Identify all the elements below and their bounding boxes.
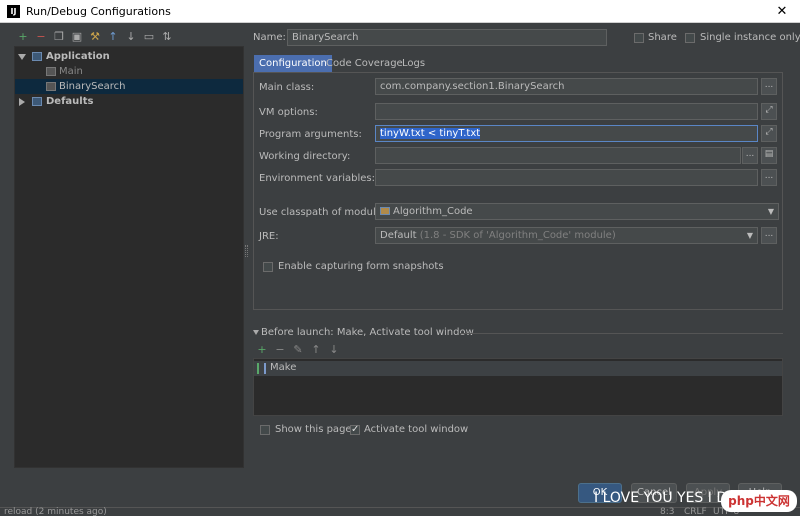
share-checkbox[interactable]	[634, 33, 644, 43]
browse-jre-button[interactable]: ...	[761, 227, 777, 244]
tree-item-label: BinarySearch	[59, 81, 126, 92]
save-icon[interactable]: ▣	[70, 30, 84, 44]
classpath-module-label: Use classpath of module:	[259, 207, 386, 218]
environment-variables-field[interactable]	[375, 169, 758, 186]
program-arguments-field[interactable]: tinyW.txt < tinyT.txt	[375, 125, 758, 142]
before-launch-toolbar: + − ✎ ↑ ↓	[256, 344, 356, 358]
show-page-label: Show this page	[275, 424, 352, 435]
copy-icon[interactable]: ❐	[52, 30, 66, 44]
edit-task-icon[interactable]: ✎	[292, 344, 304, 356]
make-icon	[257, 363, 266, 374]
single-instance-label: Single instance only	[700, 32, 800, 43]
main-class-label: Main class:	[259, 82, 315, 93]
move-task-up-icon[interactable]: ↑	[310, 344, 322, 356]
before-launch-list: Make	[253, 358, 783, 416]
tree-item-main[interactable]: Main	[15, 64, 243, 79]
before-launch-divider	[460, 333, 783, 334]
tree-toolbar: + − ❐ ▣ ⚒ ↑ ↓ ▭ ⇅	[16, 0, 186, 46]
add-icon[interactable]: +	[16, 30, 30, 44]
tree-item-application[interactable]: Application	[15, 49, 243, 64]
line-separator[interactable]: CRLF	[684, 508, 707, 516]
classpath-module-value: Algorithm_Code	[393, 206, 473, 217]
expand-program-arguments-button[interactable]: ⤢	[761, 125, 777, 142]
tree-item-binarysearch[interactable]: BinarySearch	[15, 79, 243, 94]
expand-triangle-icon[interactable]	[18, 54, 26, 60]
cursor-position[interactable]: 8:3	[660, 508, 674, 516]
edit-defaults-icon[interactable]: ⚒	[88, 30, 102, 44]
php-site-logo: php中文网	[721, 490, 797, 512]
tab-code-coverage[interactable]: Code Coverage	[321, 55, 408, 72]
program-arguments-label: Program arguments:	[259, 129, 362, 140]
jre-detail: (1.8 - SDK of 'Algorithm_Code' module)	[419, 230, 616, 241]
classpath-module-select[interactable]: Algorithm_Code ▼	[375, 203, 779, 220]
name-label: Name:	[253, 32, 286, 43]
remove-task-icon[interactable]: −	[274, 344, 286, 356]
share-label: Share	[648, 32, 677, 43]
expand-vm-options-button[interactable]: ⤢	[761, 103, 777, 120]
vm-options-label: VM options:	[259, 107, 318, 118]
status-bar: reload (2 minutes ago) 8:3 CRLF UTF-8	[0, 507, 800, 516]
application-config-icon	[46, 82, 56, 91]
status-message: reload (2 minutes ago)	[4, 507, 107, 516]
tree-item-label: Defaults	[46, 96, 94, 107]
move-up-icon[interactable]: ↑	[106, 30, 120, 44]
watermark-text: I LOVE YOU YES I DO	[594, 490, 739, 506]
module-folder-icon	[380, 207, 390, 215]
activate-tool-window-checkbox[interactable]: ✓	[350, 425, 360, 435]
move-task-down-icon[interactable]: ↓	[328, 344, 340, 356]
sort-icon[interactable]: ⇅	[160, 30, 174, 44]
defaults-folder-icon	[32, 97, 42, 106]
tree-item-defaults[interactable]: Defaults	[15, 94, 243, 109]
configuration-tree: Application Main BinarySearch Defaults	[14, 46, 244, 468]
jre-value: Default	[380, 230, 417, 241]
before-launch-title: Before launch: Make, Activate tool windo…	[261, 327, 474, 338]
edit-environment-variables-button[interactable]: ...	[761, 169, 777, 186]
show-page-checkbox[interactable]	[260, 425, 270, 435]
application-folder-icon	[32, 52, 42, 61]
list-item-label: Make	[270, 362, 297, 373]
program-arguments-value: tinyW.txt < tinyT.txt	[380, 128, 481, 139]
tab-logs[interactable]: Logs	[397, 55, 430, 72]
name-field[interactable]: BinarySearch	[287, 29, 607, 46]
activate-tool-window-label: Activate tool window	[364, 424, 469, 435]
chevron-down-icon: ▼	[767, 207, 774, 216]
tree-item-label: Main	[59, 66, 83, 77]
folder-icon[interactable]: ▭	[142, 30, 156, 44]
splitter-handle[interactable]	[245, 245, 248, 257]
working-directory-field[interactable]	[375, 147, 741, 164]
add-task-icon[interactable]: +	[256, 344, 268, 356]
capture-snapshots-label: Enable capturing form snapshots	[278, 261, 444, 272]
jre-select[interactable]: Default (1.8 - SDK of 'Algorithm_Code' m…	[375, 227, 758, 244]
close-button[interactable]: ✕	[768, 2, 796, 21]
vm-options-field[interactable]	[375, 103, 758, 120]
collapse-triangle-icon[interactable]	[19, 98, 25, 106]
main-class-field[interactable]: com.company.section1.BinarySearch	[375, 78, 758, 95]
chevron-down-icon: ▼	[746, 231, 753, 240]
remove-icon[interactable]: −	[34, 30, 48, 44]
insert-macro-icon[interactable]: ▤	[761, 147, 777, 164]
browse-main-class-button[interactable]: ...	[761, 78, 777, 95]
before-launch-collapse-icon[interactable]	[253, 330, 259, 335]
environment-variables-label: Environment variables:	[259, 173, 375, 184]
application-config-icon	[46, 67, 56, 76]
jre-label: JRE:	[259, 231, 279, 242]
move-down-icon[interactable]: ↓	[124, 30, 138, 44]
tree-item-label: Application	[46, 51, 110, 62]
browse-working-directory-button[interactable]: ...	[742, 147, 758, 164]
single-instance-checkbox[interactable]	[685, 33, 695, 43]
list-item[interactable]: Make	[254, 361, 782, 376]
working-directory-label: Working directory:	[259, 151, 351, 162]
capture-snapshots-checkbox[interactable]	[263, 262, 273, 272]
